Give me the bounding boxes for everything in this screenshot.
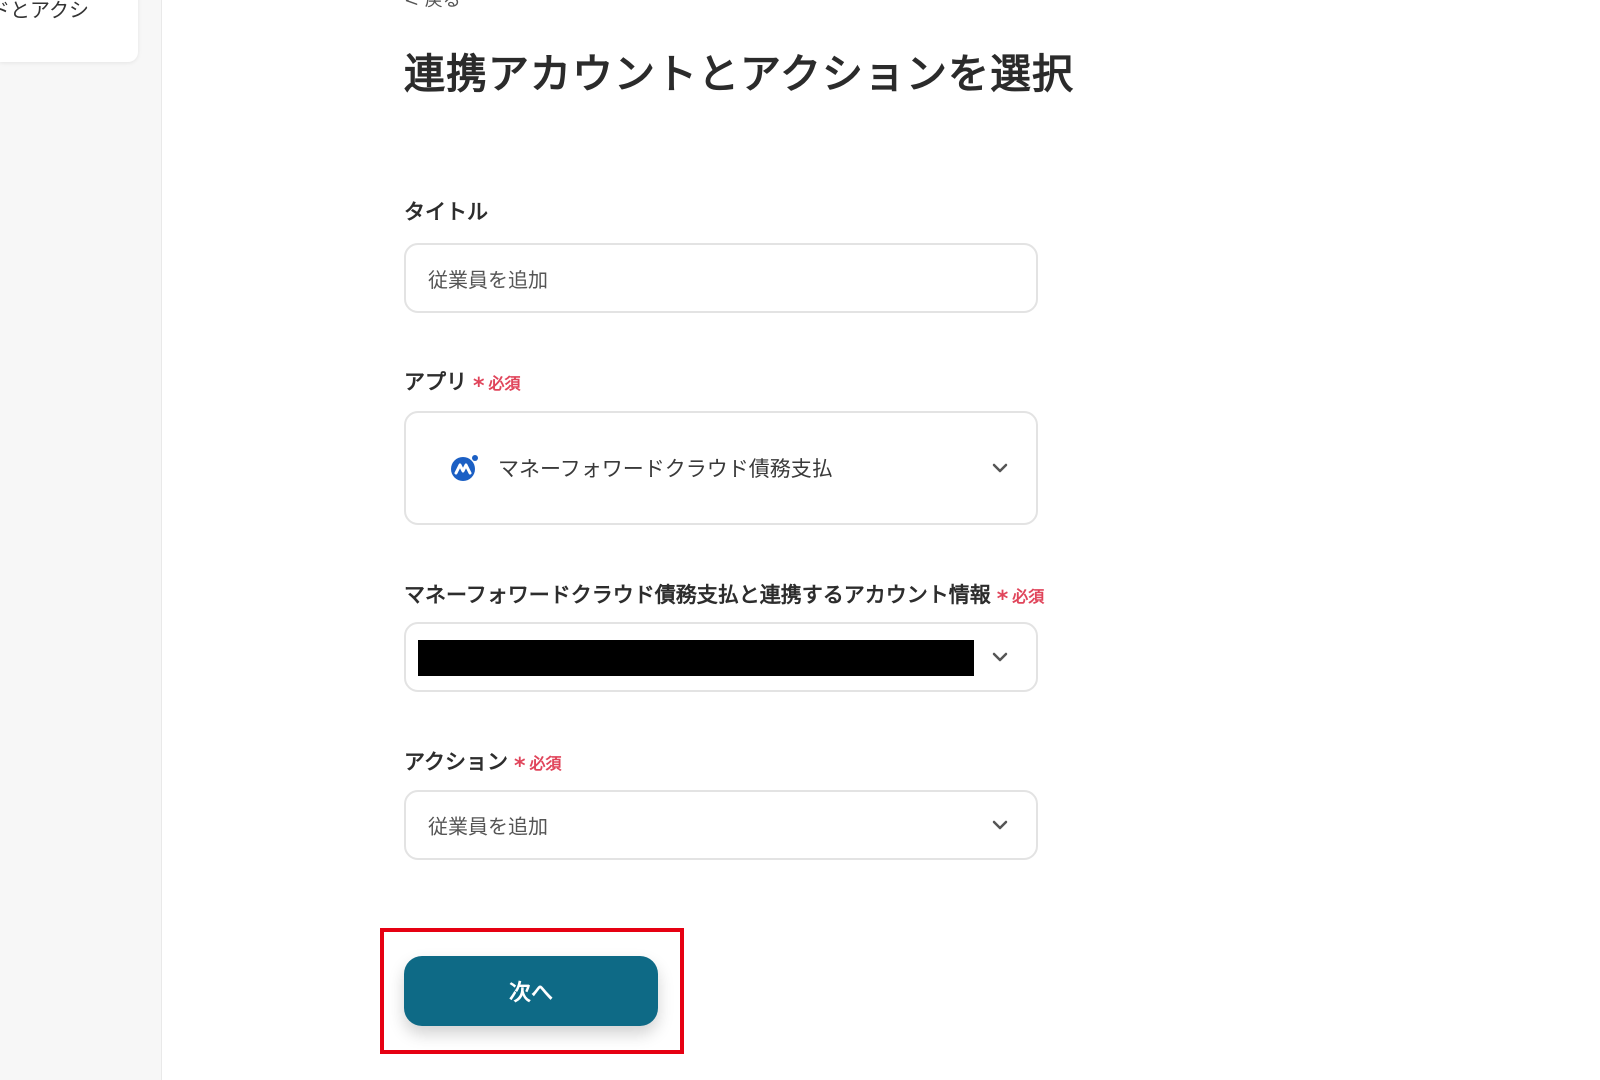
app-label-text: アプリ [404,370,467,394]
account-field-label: マネーフォワードクラウド債務支払と連携するアカウント情報 * 必須 [404,579,1045,612]
action-field-label: アクション * 必須 [404,746,562,779]
title-field[interactable] [404,243,1038,313]
chevron-down-icon[interactable] [990,815,1010,835]
title-label-text: タイトル [404,200,488,224]
required-badge: * 必須 [997,583,1045,612]
sidebar-active-item[interactable]: ドとアクシ [0,0,138,62]
back-link[interactable]: < 戻る [404,0,461,12]
required-badge: * 必須 [514,750,562,779]
required-text: 必須 [529,754,562,773]
redacted-account-value [418,640,974,676]
app-select-value: マネーフォワードクラウド債務支払 [498,457,833,481]
required-asterisk-icon: * [996,587,1009,612]
sidebar: ドとアクシ [0,0,162,1080]
action-label-text: アクション [404,750,508,774]
action-select[interactable]: 従業員を追加 [404,790,1038,860]
required-asterisk-icon: * [473,374,485,399]
account-label-text: マネーフォワードクラウド債務支払と連携するアカウント情報 [404,583,991,607]
chevron-down-icon[interactable] [990,458,1010,478]
account-select[interactable] [404,622,1038,692]
next-button[interactable]: 次へ [404,956,658,1026]
title-input[interactable] [406,245,1036,311]
required-badge: * 必須 [473,370,521,399]
page-title: 連携アカウントとアクションを選択 [404,50,1074,98]
action-select-value: 従業員を追加 [428,814,548,839]
moneyforward-logo-icon [451,455,478,481]
required-asterisk-icon: * [513,754,526,779]
title-field-label: タイトル [404,196,488,226]
app-field-label: アプリ * 必須 [404,366,521,399]
sidebar-item-label: ドとアクシ [0,0,89,22]
app-select[interactable]: マネーフォワードクラウド債務支払 [404,411,1038,525]
required-text: 必須 [488,374,521,393]
chevron-down-icon[interactable] [990,647,1010,667]
required-text: 必須 [1012,587,1045,606]
